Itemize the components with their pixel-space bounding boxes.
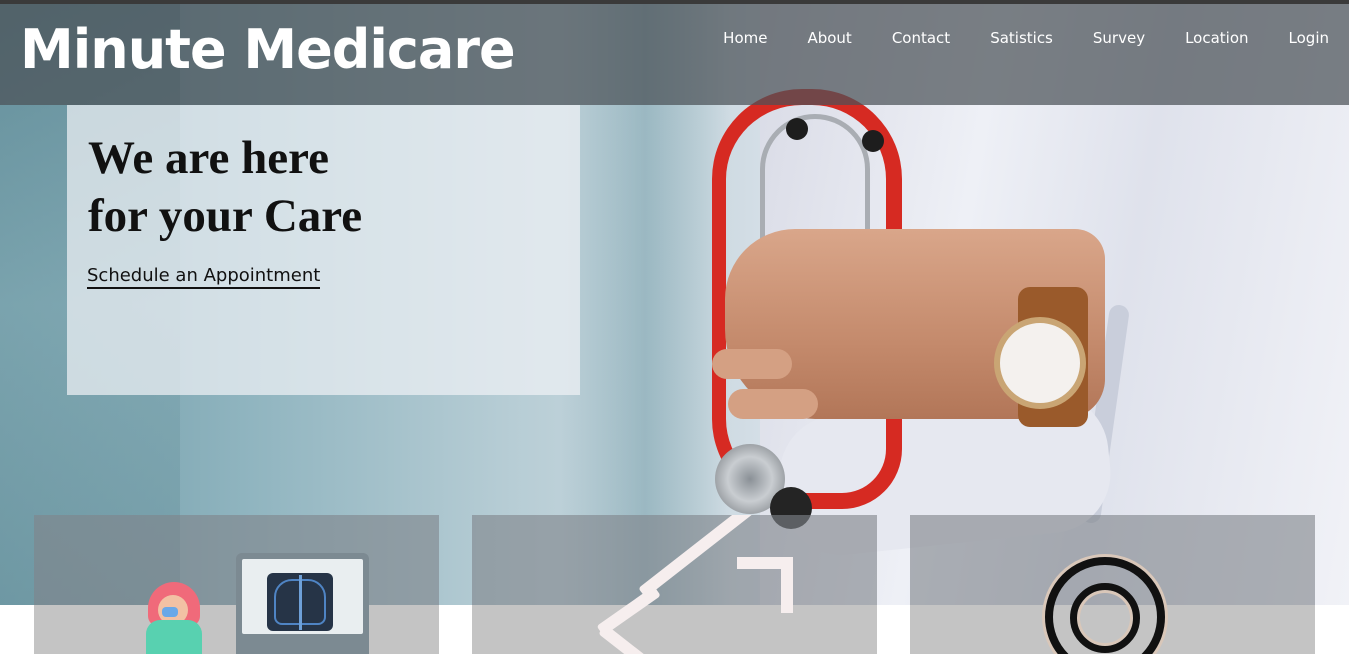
nav-login[interactable]: Login: [1289, 29, 1329, 47]
nav-location[interactable]: Location: [1185, 29, 1248, 47]
hero-title-line2: for your Care: [88, 190, 363, 242]
feature-card-target[interactable]: [910, 515, 1315, 654]
main-nav: Home About Contact Satistics Survey Loca…: [683, 29, 1329, 47]
nav-contact[interactable]: Contact: [892, 29, 950, 47]
wristwatch: [994, 317, 1086, 409]
nav-about[interactable]: About: [807, 29, 851, 47]
nav-statistics[interactable]: Satistics: [990, 29, 1053, 47]
nav-home[interactable]: Home: [723, 29, 767, 47]
schedule-appointment-link[interactable]: Schedule an Appointment: [87, 265, 321, 289]
hero-box: We are here for your Care Schedule an Ap…: [67, 105, 580, 395]
hero-title-line1: We are here: [88, 132, 330, 184]
arrow-head-icon: [737, 557, 793, 613]
brand-logo[interactable]: Minute Medicare: [20, 18, 516, 81]
nav-survey[interactable]: Survey: [1093, 29, 1145, 47]
feature-card-growth[interactable]: [472, 515, 877, 654]
navbar: Minute Medicare Home About Contact Satis…: [0, 4, 1349, 105]
feature-card-xray[interactable]: [34, 515, 439, 654]
hero-title: We are here for your Care: [88, 129, 558, 245]
